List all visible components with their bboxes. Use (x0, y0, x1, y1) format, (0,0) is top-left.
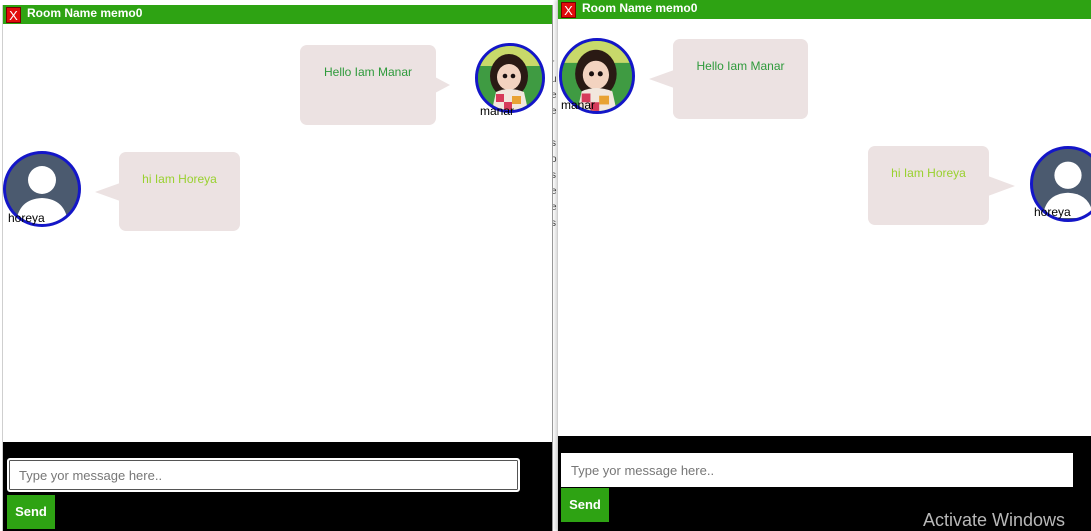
bubble-tail (95, 182, 120, 201)
bubble-tail (435, 77, 450, 93)
message-text: hi Iam Horeya (891, 166, 966, 180)
message-input[interactable] (561, 453, 1073, 487)
message-input[interactable] (7, 458, 520, 492)
chat-window-left: X Room Name memo0 Hello Iam Manar manar … (2, 5, 553, 531)
avatar-name-manar: manar (480, 104, 515, 118)
bubble-tail (988, 175, 1015, 196)
girl-photo-icon (478, 46, 542, 110)
close-button[interactable]: X (6, 7, 21, 23)
room-title: Room Name memo0 (582, 1, 698, 15)
bubble-tail (649, 70, 674, 88)
message-text: hi Iam Horeya (142, 172, 217, 186)
chat-title-bar: X Room Name memo0 (3, 5, 552, 24)
message-bubble-horeya: hi Iam Horeya (95, 152, 240, 231)
message-text: Hello Iam Manar (323, 65, 413, 79)
avatar-name-horeya: horeya (8, 211, 45, 225)
message-bubble-manar: Hello Iam Manar (300, 45, 450, 125)
chat-title-bar: X Room Name memo0 (558, 0, 1091, 19)
avatar-name-horeya: horeya (1034, 205, 1071, 219)
message-bubble-horeya: hi Iam Horeya (868, 146, 1015, 225)
close-button[interactable]: X (561, 2, 576, 18)
message-composer: Send (3, 442, 552, 531)
send-button[interactable]: Send (7, 495, 55, 529)
room-title: Room Name memo0 (27, 6, 143, 20)
send-button[interactable]: Send (561, 488, 609, 522)
avatar-manar (475, 43, 545, 113)
message-bubble-manar: Hello Iam Manar (649, 39, 808, 119)
chat-window-right: X Room Name memo0 manar Hello Iam Manar … (557, 0, 1091, 531)
avatar-name-manar: manar (561, 98, 596, 112)
activate-windows-watermark: Activate Windows (922, 510, 1065, 530)
message-text: Hello Iam Manar (696, 59, 785, 73)
